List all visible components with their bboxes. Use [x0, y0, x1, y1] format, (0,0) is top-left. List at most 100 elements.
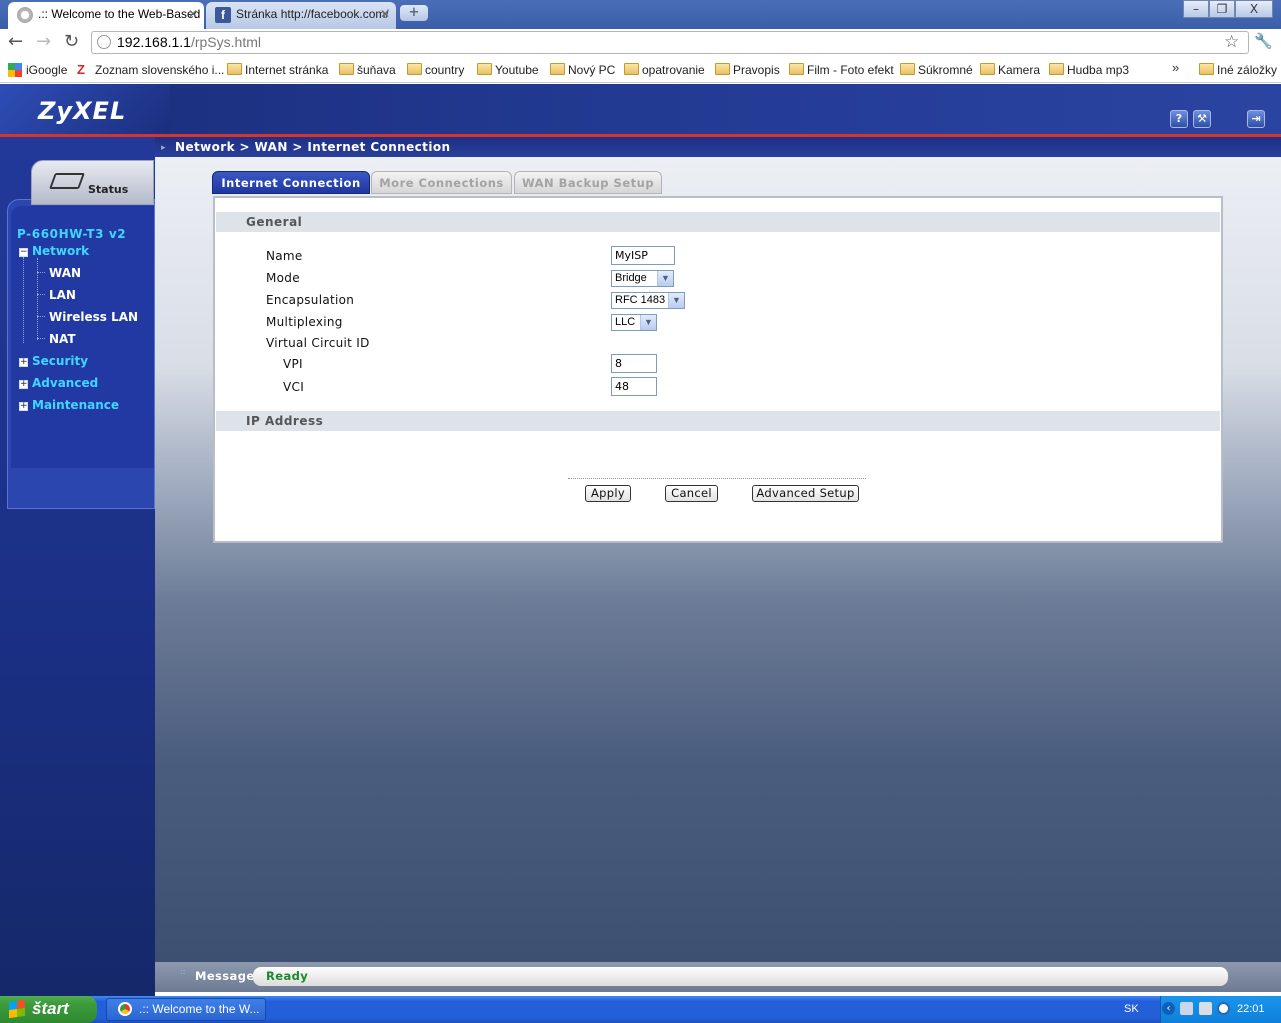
- folder-icon: [789, 63, 804, 75]
- help-icon[interactable]: ?: [1170, 110, 1188, 128]
- bookmark-folder[interactable]: opatrovanie: [624, 63, 705, 77]
- folder-icon: [715, 63, 730, 75]
- wrench-icon[interactable]: 🔧: [1254, 32, 1273, 50]
- windows-flag-icon: [9, 999, 25, 1019]
- reload-icon[interactable]: ↻: [64, 31, 79, 52]
- bookmark-folder[interactable]: Nový PC: [550, 63, 615, 77]
- chrome-icon: [118, 1002, 132, 1016]
- message-dots-icon: ::: [180, 967, 186, 976]
- message-field: Ready: [253, 967, 1228, 986]
- settings-panel: [213, 196, 1223, 543]
- nav-wan[interactable]: WAN: [49, 266, 81, 280]
- minimize-button[interactable]: –: [1183, 0, 1209, 18]
- browser-tab-facebook[interactable]: f Stránka http://facebook.com/ ✕: [206, 2, 396, 29]
- bookmark-igoogle[interactable]: iGoogle: [8, 63, 67, 77]
- folder-icon: [227, 63, 242, 75]
- collapse-icon[interactable]: −: [19, 248, 28, 257]
- url-host: 192.168.1.1: [117, 34, 191, 50]
- bookmark-folder[interactable]: Pravopis: [715, 63, 780, 77]
- multiplexing-label: Multiplexing: [266, 315, 343, 329]
- expand-icon[interactable]: +: [19, 402, 28, 411]
- bookmarks-overflow-button[interactable]: »: [1172, 60, 1179, 75]
- new-tab-button[interactable]: +: [400, 5, 428, 21]
- folder-icon: [980, 63, 995, 75]
- mode-select[interactable]: Bridge ▼: [611, 270, 674, 287]
- vpi-input[interactable]: 8: [611, 354, 657, 373]
- url-path: /rpSys.html: [190, 34, 261, 50]
- tab-more-connections[interactable]: More Connections: [371, 171, 512, 194]
- bookmark-folder[interactable]: Hudba mp3: [1049, 63, 1129, 77]
- tab-wan-backup-setup[interactable]: WAN Backup Setup: [514, 171, 662, 194]
- folder-icon: [1199, 63, 1214, 75]
- encapsulation-select[interactable]: RFC 1483 ▼: [611, 292, 685, 309]
- chevron-down-icon: ▼: [657, 271, 673, 286]
- security-icon[interactable]: [1217, 1002, 1230, 1015]
- mode-label: Mode: [266, 271, 300, 285]
- maximize-button[interactable]: ❐: [1209, 0, 1235, 18]
- bookmark-folder[interactable]: country: [407, 63, 464, 77]
- expand-icon[interactable]: +: [19, 380, 28, 389]
- vci-label: VCI: [283, 380, 305, 394]
- folder-icon: [624, 63, 639, 75]
- section-ip-address: IP Address: [216, 411, 1220, 431]
- tab-title: .:: Welcome to the Web-Based: [38, 7, 201, 21]
- button-divider: [568, 478, 866, 479]
- network-disconnected-icon[interactable]: [1199, 1002, 1212, 1015]
- vci-input[interactable]: 48: [611, 377, 657, 396]
- encapsulation-label: Encapsulation: [266, 293, 355, 307]
- bookmark-folder[interactable]: Kamera: [980, 63, 1040, 77]
- vpi-label: VPI: [283, 357, 303, 371]
- status-label: Status: [88, 183, 129, 196]
- globe-icon: [17, 7, 33, 23]
- expand-icon[interactable]: +: [19, 358, 28, 367]
- bookmarks-bar: iGoogle Z Zoznam slovenského i... Interne…: [0, 57, 1281, 83]
- logout-icon[interactable]: ⇥: [1247, 110, 1265, 128]
- advanced-setup-button[interactable]: Advanced Setup: [752, 485, 859, 502]
- close-tab-icon[interactable]: ✕: [380, 2, 390, 26]
- close-tab-icon[interactable]: ✕: [188, 2, 198, 26]
- chevron-down-icon: ▼: [640, 315, 656, 330]
- model-name: P-660HW-T3 v2: [17, 227, 127, 241]
- address-bar[interactable]: 192.168.1.1/rpSys.html: [91, 31, 1249, 54]
- name-input[interactable]: MyISP: [611, 246, 675, 265]
- router-header: [0, 84, 1281, 136]
- other-bookmarks[interactable]: Iné záložky: [1199, 63, 1277, 77]
- tab-internet-connection[interactable]: Internet Connection: [212, 171, 370, 194]
- nav-lan[interactable]: LAN: [49, 288, 76, 302]
- bookmark-folder[interactable]: Youtube: [477, 63, 539, 77]
- nav-advanced[interactable]: Advanced: [32, 376, 98, 390]
- cancel-button[interactable]: Cancel: [665, 485, 718, 502]
- wizard-icon[interactable]: ⚒: [1193, 110, 1211, 128]
- nav-wireless-lan[interactable]: Wireless LAN: [49, 310, 138, 324]
- network-icon[interactable]: [1180, 1002, 1193, 1015]
- back-arrow-icon[interactable]: ←: [8, 31, 23, 52]
- language-indicator[interactable]: SK: [1124, 1003, 1139, 1015]
- apply-button[interactable]: Apply: [585, 485, 631, 502]
- browser-tab-router[interactable]: .:: Welcome to the Web-Based ✕: [8, 2, 204, 29]
- bookmark-folder[interactable]: šuňava: [339, 63, 396, 77]
- router-icon: [49, 173, 85, 189]
- tray-expand-icon[interactable]: ‹: [1162, 1002, 1175, 1015]
- name-label: Name: [266, 249, 303, 263]
- chevron-down-icon: ▼: [668, 293, 684, 308]
- nav-maintenance[interactable]: Maintenance: [32, 398, 119, 412]
- nav-network[interactable]: Network: [32, 244, 89, 258]
- bookmark-folder[interactable]: Súkromné: [900, 63, 973, 77]
- facebook-icon: f: [215, 7, 231, 23]
- page-icon: [97, 35, 111, 49]
- section-general: General: [216, 212, 1220, 232]
- nav-security[interactable]: Security: [32, 354, 88, 368]
- bookmark-folder[interactable]: Film - Foto efekt: [789, 63, 894, 77]
- start-button[interactable]: štart: [0, 996, 97, 1023]
- forward-arrow-icon[interactable]: →: [36, 31, 51, 52]
- igoogle-icon: [8, 63, 22, 77]
- close-window-button[interactable]: X: [1235, 0, 1273, 18]
- nav-nat[interactable]: NAT: [49, 332, 76, 346]
- taskbar-item-chrome[interactable]: .:: Welcome to the W...: [106, 998, 266, 1021]
- tab-title: Stránka http://facebook.com/: [236, 7, 389, 21]
- multiplexing-select[interactable]: LLC ▼: [611, 314, 657, 331]
- bookmark-folder[interactable]: Internet stránka: [227, 63, 328, 77]
- bookmark-zoznam[interactable]: Z Zoznam slovenského i...: [77, 62, 224, 77]
- status-tab[interactable]: Status: [31, 160, 154, 205]
- star-icon[interactable]: ☆: [1224, 32, 1239, 52]
